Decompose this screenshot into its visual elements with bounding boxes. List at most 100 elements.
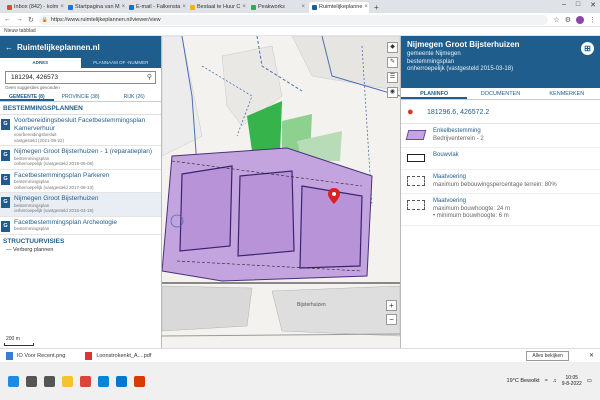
explorer-icon[interactable] — [62, 375, 73, 387]
result-tabs: Gemeente (8) Provincie (38) Rijk (26) — [0, 92, 161, 102]
section-structuurvisies: Structuurvisies — [3, 237, 65, 245]
close-download-bar-icon[interactable]: ✕ — [589, 352, 594, 359]
plan-list: G Voorbereidingsbesluit Facetbestemmingsp… — [0, 115, 161, 235]
download-item[interactable]: Loonstrokenkt_A....pdf — [85, 351, 151, 360]
plan-list-item[interactable]: G Facetbestemmingsplan Archeologie bestemm… — [0, 217, 161, 235]
coordinate-value[interactable]: 181296.6, 426572.2 — [427, 109, 489, 116]
back-icon[interactable]: ← — [4, 16, 11, 23]
plan-title: Nijmegen Groot Bijsterhuizen — [407, 40, 520, 49]
notifications-icon[interactable]: ▭ — [587, 378, 592, 384]
office-icon[interactable] — [134, 375, 145, 387]
tab-close-icon[interactable]: × — [60, 2, 64, 13]
reload-icon[interactable]: ↻ — [28, 16, 34, 24]
tab-kenmerken[interactable]: Kenmerken — [534, 88, 600, 99]
windows-icon[interactable] — [8, 375, 19, 387]
tab-favicon-icon — [129, 5, 134, 10]
address-bar: ← → ↻ https://www.ruimtelijkeplannen.nl/… — [0, 13, 600, 27]
browser-tab[interactable]: Inbox (842) - kolm × — [4, 2, 64, 13]
left-panel-header: ← Ruimtelijkeplannen.nl — [0, 36, 161, 58]
tab-close-icon[interactable]: × — [182, 2, 186, 13]
chrome-icon[interactable] — [80, 375, 91, 387]
map-controls: ◆ ✎ ☰ ◉ — [387, 42, 398, 98]
browser-tab[interactable]: E-mail - Falkensta × — [126, 2, 186, 13]
search-icon[interactable]: ⚲ — [147, 72, 152, 83]
new-tab-button[interactable]: + — [370, 2, 383, 13]
browser-tab[interactable]: Peakworks × — [248, 2, 308, 13]
tab-label: Ruimtelijkeplanne — [319, 4, 363, 10]
expand-icon[interactable]: ⊞ — [581, 42, 594, 55]
browser-tab[interactable]: Bestaal te Huur C × — [187, 2, 247, 13]
legend-item[interactable]: Maatvoering maximum bebouwingspercentage … — [401, 170, 600, 194]
profile-avatar[interactable] — [576, 15, 584, 24]
search-input[interactable]: 181294, 426573 ⚲ — [5, 71, 156, 84]
back-arrow-icon[interactable]: ← — [5, 43, 13, 52]
map-canvas[interactable]: Bijsterhuizen — [162, 36, 400, 348]
browser-tab[interactable]: Ruimtelijkeplanne × — [309, 2, 369, 13]
tab-favicon-icon — [251, 5, 256, 10]
plan-municipality: gemeente Nijmegen — [407, 51, 461, 57]
weather-widget[interactable]: 19°C Bewolkt — [507, 378, 540, 384]
tab-plannaam[interactable]: Plannaam of -nummer — [81, 58, 162, 68]
bookmark-star-icon[interactable]: ☆ — [553, 16, 559, 24]
tab-label: Startpagina van M — [75, 4, 120, 10]
plan-header: Nijmegen Groot Bijsterhuizen gemeente Ni… — [401, 36, 600, 88]
plan-status: vastgesteld (2021-09-22) — [14, 137, 65, 143]
verberg-plannen-toggle[interactable]: — Verberg plannen — [0, 246, 161, 254]
plan-list-item[interactable]: G Nijmegen Groot Bijsterhuizen bestemmings… — [0, 193, 161, 217]
legend-title: Maatvoering — [433, 174, 467, 180]
mail-icon[interactable] — [116, 375, 127, 387]
bookmarks-bar[interactable]: Nieuw tabblad — [0, 27, 600, 36]
map-view[interactable]: Bijsterhuizen ◆ ✎ ☰ ◉ + − — [162, 36, 400, 348]
taskview-icon[interactable] — [44, 375, 55, 387]
show-all-downloads-button[interactable]: Alles bekijken — [526, 350, 569, 361]
legend-sub: maximum bebouwingspercentage terrein: 80… — [433, 181, 557, 188]
tab-rijk[interactable]: Rijk (26) — [107, 92, 161, 101]
browser-tab[interactable]: Startpagina van M × — [65, 2, 125, 13]
zoom-in-button[interactable]: + — [386, 300, 397, 311]
tab-close-icon[interactable]: × — [242, 2, 246, 13]
system-tray: 19°C Bewolkt ≈ ♫ 10:05 9-8-2022 ▭ — [507, 375, 592, 388]
info-icon[interactable]: ◉ — [387, 87, 398, 98]
plan-text: Nijmegen Groot Bijsterhuizen bestemmingsp… — [14, 195, 158, 214]
zoom-out-button[interactable]: − — [386, 314, 397, 325]
minimize-icon[interactable]: – — [562, 1, 566, 9]
menu-icon[interactable]: ⋮ — [589, 16, 596, 24]
url-field[interactable]: https://www.ruimtelijkeplannen.nl/viewer… — [38, 14, 549, 25]
tab-close-icon[interactable]: × — [364, 2, 368, 13]
legend-item[interactable]: Maatvoering maximum bouwhoogte: 24 m • mi… — [401, 194, 600, 226]
tab-close-icon[interactable]: × — [301, 2, 305, 13]
tab-provincie[interactable]: Provincie (38) — [54, 92, 108, 101]
forward-icon[interactable]: → — [16, 16, 23, 23]
right-panel: Nijmegen Groot Bijsterhuizen gemeente Ni… — [400, 36, 600, 348]
left-panel: ← Ruimtelijkeplannen.nl Adres Plannaam o… — [0, 36, 162, 348]
maximize-icon[interactable]: □ — [576, 1, 580, 9]
clock[interactable]: 10:05 9-8-2022 — [562, 375, 582, 388]
plan-list-item[interactable]: G Facetbestemmingsplan Parkeren bestemming… — [0, 170, 161, 193]
tab-adres[interactable]: Adres — [0, 58, 81, 68]
plan-list-item[interactable]: G Voorbereidingsbesluit Facetbestemmingsp… — [0, 115, 161, 146]
coordinate-row: ● 181296.6, 426572.2 — [401, 100, 600, 124]
tab-planinfo[interactable]: Planinfo — [401, 88, 468, 99]
download-item[interactable]: IO Voor Recent.png — [6, 351, 65, 360]
window-controls: – □ ✕ — [562, 1, 596, 9]
wifi-icon[interactable]: ≈ — [545, 378, 548, 384]
verberg-label: Verberg plannen — [13, 246, 54, 253]
tab-close-icon[interactable]: × — [122, 2, 125, 13]
list-icon[interactable]: ☰ — [387, 72, 398, 83]
close-window-icon[interactable]: ✕ — [590, 1, 596, 9]
legend-item[interactable]: Bouwvlak — [401, 148, 600, 170]
volume-icon[interactable]: ♫ — [553, 378, 557, 384]
plan-list-item[interactable]: G Nijmegen Groot Bijsterhuizen - 1 (repar… — [0, 146, 161, 170]
tab-gemeente[interactable]: Gemeente (8) — [0, 92, 54, 101]
tab-documenten[interactable]: Documenten — [467, 88, 533, 99]
search-icon[interactable] — [26, 375, 37, 387]
legend-title: Maatvoering — [433, 198, 467, 204]
extensions-icon[interactable]: ⚙ — [565, 16, 571, 24]
layers-icon[interactable]: ◆ — [387, 42, 398, 53]
legend-item[interactable]: Enkelbestemming Bedrijventerrein - 2 — [401, 124, 600, 148]
draw-icon[interactable]: ✎ — [387, 57, 398, 68]
tab-label: Peakworks — [258, 4, 285, 10]
legend-title: Enkelbestemming — [433, 128, 481, 134]
tab-label: Inbox (842) - kolm — [14, 4, 59, 10]
edge-icon[interactable] — [98, 375, 109, 387]
